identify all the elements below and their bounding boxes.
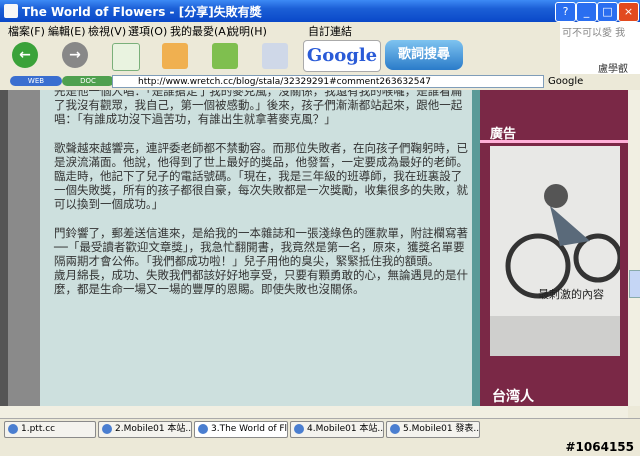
tab-2[interactable]: 2.Mobile01 本站... xyxy=(98,421,192,438)
menu-options[interactable]: 選項(O) xyxy=(128,23,167,39)
window-title: The World of Flowers - [分享]失敗有獎 xyxy=(22,5,262,19)
close-button[interactable]: × xyxy=(618,2,639,22)
divider xyxy=(480,140,628,143)
article-paragraph xyxy=(40,212,472,226)
home-icon[interactable] xyxy=(162,43,188,69)
article-paragraph: ──「最受讀者歡迎文章獎」，我急忙翻開書，我竟然是第一名，原來，獲獎名單要隔兩期… xyxy=(54,239,465,269)
article-paragraph: 先是他一個人唱：「是誰搶走了我的麥克風，沒關係，我還有我的喉嚨，是誰看扁了我沒有… xyxy=(54,90,463,127)
tab-icon xyxy=(8,423,18,434)
cyclist-image xyxy=(490,146,620,356)
banner-ad-text: 可不可以愛 我 xyxy=(562,28,626,39)
top-banner-ad[interactable]: 可不可以愛 我 盧學叡 xyxy=(560,22,640,76)
help-button[interactable]: ? xyxy=(555,2,576,22)
doc-pill[interactable]: DOC xyxy=(62,76,114,86)
sidebar-footer: 台湾人 xyxy=(492,389,534,405)
post-id: #1064155 xyxy=(565,440,634,454)
lyrics-search-button[interactable]: 歌詞搜尋 xyxy=(385,40,463,70)
search-engine-label[interactable]: Google xyxy=(548,76,583,87)
menu-favorites[interactable]: 我的最愛(A) xyxy=(170,23,230,39)
browser-icon xyxy=(4,4,18,18)
article-paragraph: 門鈴響了，郵差送信進來，是給我的一本雜誌和一張淺綠色的匯款單，附註欄寫著 xyxy=(54,225,468,240)
tab-4[interactable]: 4.Mobile01 本站... xyxy=(290,421,384,438)
article-body: 先是他一個人唱：「是誰搶走了我的麥克風，沒關係，我還有我的喉嚨，是誰看扁了我沒有… xyxy=(40,90,472,406)
menu-edit[interactable]: 編輯(E) xyxy=(48,23,86,39)
page-content: 先是他一個人唱：「是誰搶走了我的麥克風，沒關係，我還有我的喉嚨，是誰看扁了我沒有… xyxy=(0,90,628,406)
banner-ad-name: 盧學叡 xyxy=(598,64,628,75)
address-bar: WEB DOC http://www.wretch.cc/blog/stala/… xyxy=(0,74,640,90)
article-paragraph: 歌聲越來越響亮，連評委老師都不禁動容。而那位失敗者，在向孩子們鞠躬時，已是淚流滿… xyxy=(54,140,468,212)
tab-5[interactable]: 5.Mobile01 發表... xyxy=(386,421,480,438)
menu-view[interactable]: 檢視(V) xyxy=(88,23,126,39)
vertical-scrollbar[interactable] xyxy=(628,90,640,406)
article-paragraph: 歲月綿長，成功、失敗我們都該好好地享受，只要有顆勇敢的心，無論遇見的是什麼，都是… xyxy=(54,268,468,297)
minimize-button[interactable]: _ xyxy=(576,2,597,22)
sidebar-ad-image[interactable]: 最刺激的內容 xyxy=(490,146,620,356)
google-search-button[interactable]: Google xyxy=(303,40,381,72)
article-paragraph xyxy=(40,127,472,141)
horizontal-scrollbar[interactable] xyxy=(0,406,628,418)
status-bar: #1064155 xyxy=(0,438,640,456)
tab-icon xyxy=(390,423,400,434)
sidebar: 廣告 最刺激的內容 台湾人 xyxy=(480,90,628,406)
tab-bar: 1.ptt.cc 2.Mobile01 本站... 3.The World of… xyxy=(0,418,640,439)
menu-custom-links[interactable]: 自訂連結 xyxy=(308,23,352,39)
tab-icon xyxy=(102,423,112,434)
tab-icon xyxy=(294,423,304,434)
sidebar-border xyxy=(472,90,480,406)
back-arrow-icon[interactable]: ← xyxy=(12,42,38,68)
left-margin xyxy=(0,90,8,406)
tab-1[interactable]: 1.ptt.cc xyxy=(4,421,96,438)
menu-bar: 檔案(F) 編輯(E) 檢視(V) 選項(O) 我的最愛(A) 說明(H) 自訂… xyxy=(0,22,640,38)
favorites-icon[interactable] xyxy=(212,43,238,69)
window-titlebar: The World of Flowers - [分享]失敗有獎 ? _ □ × xyxy=(0,0,640,22)
tools-icon[interactable] xyxy=(262,43,288,69)
scroll-thumb[interactable] xyxy=(629,270,640,298)
maximize-button[interactable]: □ xyxy=(597,2,618,22)
menu-file[interactable]: 檔案(F) xyxy=(8,23,45,39)
ad-caption: 最刺激的內容 xyxy=(538,288,604,301)
menu-help[interactable]: 說明(H) xyxy=(228,23,267,39)
forward-arrow-icon[interactable]: → xyxy=(62,42,88,68)
url-input[interactable]: http://www.wretch.cc/blog/stala/32329291… xyxy=(112,75,544,88)
web-pill[interactable]: WEB xyxy=(10,76,62,86)
tab-3[interactable]: 3.The World of Fl... xyxy=(194,421,288,438)
tab-icon xyxy=(198,423,208,434)
refresh-icon[interactable] xyxy=(112,43,140,71)
